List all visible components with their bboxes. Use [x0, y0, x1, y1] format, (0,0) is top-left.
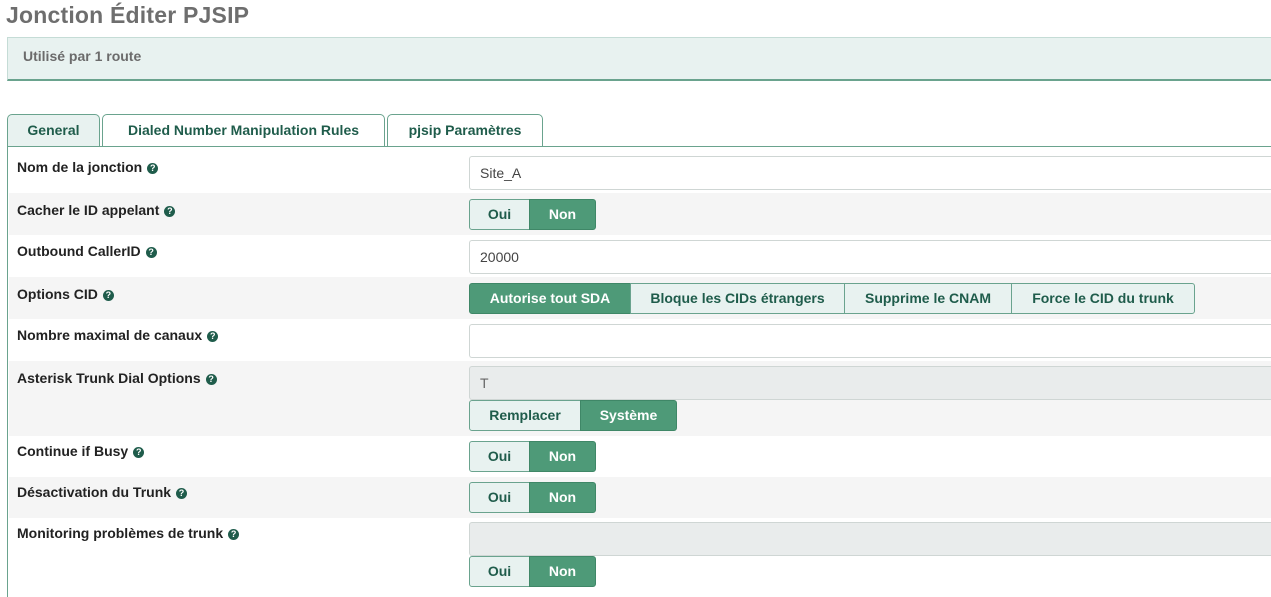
- usage-info-box: Utilisé par 1 route: [7, 37, 1271, 81]
- monitor-trunk-toggle: Oui Non: [469, 556, 596, 587]
- row-outbound-callerid: Outbound CallerID?: [9, 235, 1271, 277]
- help-icon[interactable]: ?: [176, 488, 188, 499]
- dial-options-toggle: Remplacer Système: [469, 400, 677, 431]
- hide-callerid-yes-button[interactable]: Oui: [469, 199, 530, 230]
- row-continue-if-busy: Continue if Busy? Oui Non: [9, 436, 1271, 477]
- row-max-channels: Nombre maximal de canaux?: [9, 319, 1271, 361]
- help-icon[interactable]: ?: [133, 447, 145, 458]
- cid-remove-cnam-button[interactable]: Supprime le CNAM: [844, 283, 1012, 314]
- help-icon[interactable]: ?: [207, 331, 219, 342]
- row-cid-options: Options CID? Autorise tout SDA Bloque le…: [9, 277, 1271, 319]
- continue-if-busy-no-button[interactable]: Non: [529, 441, 596, 472]
- help-icon[interactable]: ?: [205, 374, 217, 385]
- outbound-callerid-label: Outbound CallerID?: [17, 243, 157, 259]
- disable-trunk-toggle: Oui Non: [469, 482, 596, 513]
- trunk-name-input[interactable]: [469, 156, 1271, 190]
- row-monitor-trunk: Monitoring problèmes de trunk? Oui Non: [9, 518, 1271, 597]
- help-icon[interactable]: ?: [102, 290, 114, 301]
- dial-options-override-button[interactable]: Remplacer: [469, 400, 581, 431]
- trunk-name-label: Nom de la jonction?: [17, 159, 159, 175]
- hide-callerid-no-button[interactable]: Non: [529, 199, 596, 230]
- cid-allow-all-button[interactable]: Autorise tout SDA: [469, 283, 631, 314]
- help-icon[interactable]: ?: [147, 163, 159, 174]
- general-panel: Nom de la jonction? Cacher le ID appelan…: [7, 147, 1271, 597]
- row-trunk-name: Nom de la jonction?: [9, 147, 1271, 193]
- row-hide-callerid: Cacher le ID appelant? Oui Non: [9, 193, 1271, 235]
- cid-options-label: Options CID?: [17, 286, 114, 302]
- continue-if-busy-toggle: Oui Non: [469, 441, 596, 472]
- tab-pjsip-settings[interactable]: pjsip Paramètres: [387, 114, 543, 147]
- monitor-trunk-label: Monitoring problèmes de trunk?: [17, 525, 240, 541]
- disable-trunk-yes-button[interactable]: Oui: [469, 482, 530, 513]
- dial-options-system-button[interactable]: Système: [580, 400, 677, 431]
- continue-if-busy-label: Continue if Busy?: [17, 443, 145, 459]
- monitor-trunk-no-button[interactable]: Non: [529, 556, 596, 587]
- dial-options-input[interactable]: [469, 366, 1271, 400]
- continue-if-busy-yes-button[interactable]: Oui: [469, 441, 530, 472]
- tab-dialed-number-rules[interactable]: Dialed Number Manipulation Rules: [102, 114, 385, 147]
- hide-callerid-label: Cacher le ID appelant?: [17, 202, 176, 218]
- outbound-callerid-input[interactable]: [469, 240, 1271, 274]
- monitor-trunk-yes-button[interactable]: Oui: [469, 556, 530, 587]
- disable-trunk-no-button[interactable]: Non: [529, 482, 596, 513]
- dial-options-label: Asterisk Trunk Dial Options?: [17, 370, 217, 386]
- tab-general[interactable]: General: [7, 114, 100, 147]
- cid-block-foreign-button[interactable]: Bloque les CIDs étrangers: [630, 283, 845, 314]
- row-disable-trunk: Désactivation du Trunk? Oui Non: [9, 477, 1271, 518]
- max-channels-label: Nombre maximal de canaux?: [17, 327, 219, 343]
- page-title: Jonction Éditer PJSIP: [6, 2, 250, 28]
- max-channels-input[interactable]: [469, 324, 1271, 358]
- disable-trunk-label: Désactivation du Trunk?: [17, 484, 188, 500]
- row-dial-options: Asterisk Trunk Dial Options? Remplacer S…: [9, 361, 1271, 436]
- hide-callerid-toggle: Oui Non: [469, 199, 596, 230]
- help-icon[interactable]: ?: [228, 529, 240, 540]
- help-icon[interactable]: ?: [145, 247, 157, 258]
- cid-force-trunk-button[interactable]: Force le CID du trunk: [1011, 283, 1195, 314]
- help-icon[interactable]: ?: [164, 206, 176, 217]
- usage-note: Utilisé par 1 route: [23, 48, 142, 64]
- monitor-trunk-input[interactable]: [469, 522, 1271, 556]
- cid-options-group: Autorise tout SDA Bloque les CIDs étrang…: [469, 283, 1195, 314]
